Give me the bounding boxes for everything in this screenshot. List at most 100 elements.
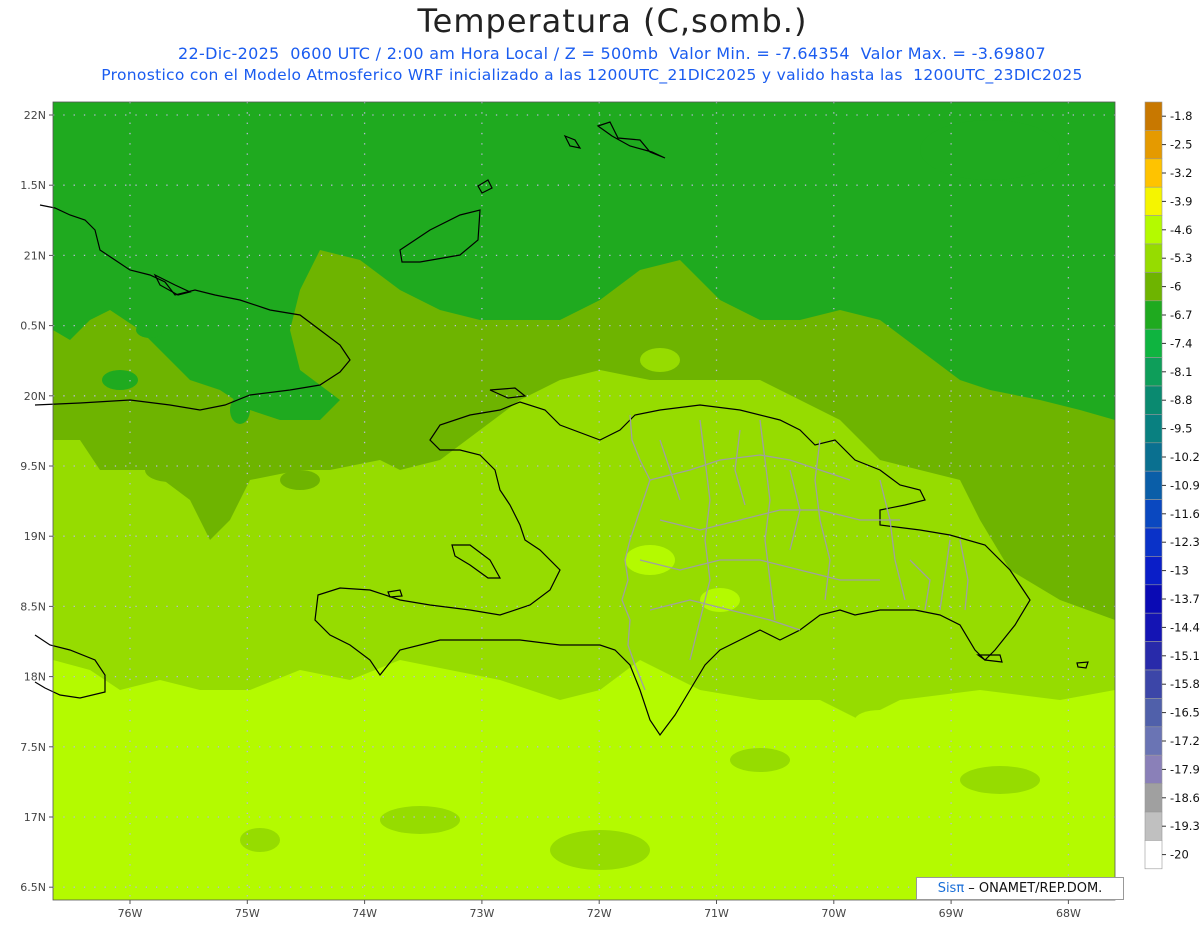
colorbar-label: -10.2: [1170, 450, 1200, 464]
colorbar-swatch: [1144, 442, 1163, 472]
sispi-logo: Sisπ: [937, 881, 965, 896]
colorbar-swatch: [1144, 414, 1163, 444]
colorbar-swatch: [1144, 527, 1163, 557]
colorbar-label: -4.6: [1170, 223, 1192, 237]
field-blob: [916, 490, 944, 510]
colorbar-swatch: [1144, 612, 1163, 642]
latitude-labels: 22N 1.5N 21N 0.5N 20N 9.5N 19N 8.5N 18N 7.5N 17N 6.…: [20, 109, 46, 894]
colorbar-label: -3.9: [1170, 194, 1192, 208]
colorbar-label: -17.9: [1170, 762, 1200, 776]
field-blob: [960, 766, 1040, 794]
field-blob: [920, 120, 1060, 180]
colorbar-label: -15.8: [1170, 677, 1200, 691]
lon-label: 68W: [1056, 907, 1081, 920]
field-blob: [730, 748, 790, 772]
lon-label: 72W: [587, 907, 612, 920]
temperature-field: [53, 102, 1115, 900]
lon-label: 76W: [118, 907, 143, 920]
colorbar-swatch: [1144, 101, 1163, 131]
colorbar-swatch: [1144, 584, 1163, 614]
longitude-labels: 76W 75W 74W 73W 72W 71W 70W 69W 68W: [118, 907, 1081, 920]
lat-label: 6.5N: [20, 881, 46, 894]
temperature-map: 22N 1.5N 21N 0.5N 20N 9.5N 19N 8.5N 18N 7.5N 17N 6.…: [20, 101, 1200, 920]
lon-label: 75W: [235, 907, 260, 920]
field-blob: [280, 470, 320, 490]
lat-label: 1.5N: [20, 179, 46, 192]
colorbar: -1.8 -2.5 -3.2 -3.9 -4.6 -5.3 -6 -6.7 -7.4 -8.1 -8…: [1144, 101, 1200, 870]
colorbar-label: -13: [1170, 564, 1189, 578]
lat-label: 0.5N: [20, 320, 46, 333]
colorbar-swatch: [1144, 300, 1163, 330]
colorbar-swatch: [1144, 328, 1163, 358]
field-blob: [490, 440, 550, 480]
lat-label: 18N: [24, 671, 46, 684]
field-blob: [136, 322, 164, 338]
colorbar-label: -7.4: [1170, 336, 1192, 350]
colorbar-swatch: [1144, 158, 1163, 188]
colorbar-swatch: [1144, 357, 1163, 387]
colorbar-label: -14.4: [1170, 620, 1200, 634]
colorbar-swatch: [1144, 556, 1163, 586]
colorbar-swatch: [1144, 698, 1163, 728]
colorbar-label: -18.6: [1170, 791, 1200, 805]
colorbar-swatch: [1144, 669, 1163, 699]
lat-label: 9.5N: [20, 460, 46, 473]
colorbar-label: -19.3: [1170, 819, 1200, 833]
lat-label: 22N: [24, 109, 46, 122]
colorbar-label: -9.5: [1170, 422, 1192, 436]
colorbar-label: -10.9: [1170, 478, 1200, 492]
colorbar-swatch: [1144, 783, 1163, 813]
colorbar-swatch: [1144, 726, 1163, 756]
colorbar-swatch: [1144, 130, 1163, 160]
lat-label: 7.5N: [20, 741, 46, 754]
colorbar-label: -2.5: [1170, 138, 1192, 152]
colorbar-swatch: [1144, 641, 1163, 671]
colorbar-label: -3.2: [1170, 166, 1192, 180]
field-blob: [855, 710, 905, 730]
colorbar-swatch: [1144, 243, 1163, 273]
field-blob: [625, 545, 675, 575]
colorbar-label: -12.3: [1170, 535, 1200, 549]
colorbar-label: -6: [1170, 280, 1181, 294]
colorbar-label: -17.2: [1170, 734, 1200, 748]
lon-label: 74W: [352, 907, 377, 920]
colorbar-swatch: [1144, 754, 1163, 784]
colorbar-label: -11.6: [1170, 507, 1200, 521]
colorbar-swatch: [1144, 470, 1163, 500]
field-blob: [102, 370, 138, 390]
colorbar-swatch: [1144, 272, 1163, 302]
field-blob: [550, 830, 650, 870]
colorbar-swatch: [1144, 499, 1163, 529]
colorbar-swatch: [1144, 385, 1163, 415]
field-blob: [145, 458, 195, 482]
lon-label: 70W: [821, 907, 846, 920]
colorbar-label: -8.8: [1170, 393, 1192, 407]
lat-label: 19N: [24, 530, 46, 543]
colorbar-label: -5.3: [1170, 251, 1192, 265]
colorbar-label: -20: [1170, 848, 1189, 862]
colorbar-label: -6.7: [1170, 308, 1192, 322]
lat-label: 17N: [24, 811, 46, 824]
colorbar-label: -1.8: [1170, 109, 1192, 123]
colorbar-label: -8.1: [1170, 365, 1192, 379]
colorbar-swatch: [1144, 186, 1163, 216]
field-blob: [380, 806, 460, 834]
lon-label: 71W: [704, 907, 729, 920]
field-blob: [240, 828, 280, 852]
lat-label: 21N: [24, 249, 46, 262]
field-blob: [230, 396, 250, 424]
watermark: Sisπ – ONAMET/REP.DOM.: [916, 877, 1124, 900]
colorbar-label: -13.7: [1170, 592, 1200, 606]
lon-label: 73W: [469, 907, 494, 920]
watermark-text: – ONAMET/REP.DOM.: [964, 881, 1103, 896]
lat-label: 8.5N: [20, 600, 46, 613]
colorbar-label: -15.1: [1170, 649, 1200, 663]
colorbar-swatch: [1144, 811, 1163, 841]
lat-label: 20N: [24, 390, 46, 403]
colorbar-label: -16.5: [1170, 706, 1200, 720]
field-blob: [640, 348, 680, 372]
lon-label: 69W: [939, 907, 964, 920]
field-blob: [700, 588, 740, 612]
colorbar-swatch: [1144, 840, 1163, 870]
colorbar-swatch: [1144, 215, 1163, 245]
